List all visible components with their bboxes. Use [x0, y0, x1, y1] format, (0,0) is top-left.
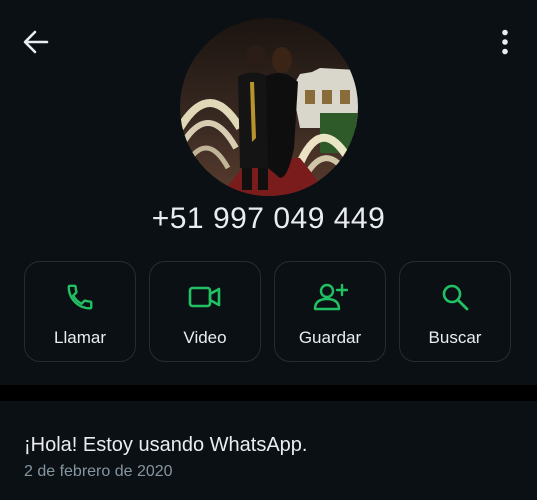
add-person-icon: [312, 282, 348, 312]
phone-icon: [65, 282, 95, 312]
contact-phone-number: +51 997 049 449: [151, 202, 386, 235]
search-button-label: Buscar: [428, 328, 482, 347]
save-contact-button[interactable]: Guardar: [274, 261, 386, 362]
avatar[interactable]: [180, 18, 358, 196]
video-call-button[interactable]: Video: [149, 261, 261, 362]
section-divider: [0, 385, 537, 401]
call-button[interactable]: Llamar: [24, 261, 136, 362]
more-vertical-icon: [502, 29, 508, 55]
back-button[interactable]: [16, 24, 56, 60]
about-status-text: ¡Hola! Estoy usando WhatsApp.: [24, 434, 308, 456]
about-section[interactable]: ¡Hola! Estoy usando WhatsApp. 2 de febre…: [0, 401, 537, 500]
call-button-label: Llamar: [54, 328, 106, 347]
about-status-date: 2 de febrero de 2020: [24, 463, 173, 480]
action-buttons-row: Llamar Video Guardar Buscar: [24, 261, 514, 363]
more-options-button[interactable]: [488, 24, 522, 60]
contact-header-section: +51 997 049 449 Llamar Video Guardar Bus…: [0, 0, 537, 385]
video-icon: [188, 282, 222, 312]
save-contact-button-label: Guardar: [298, 328, 362, 347]
arrow-left-icon: [23, 30, 49, 54]
video-call-button-label: Video: [183, 328, 227, 347]
search-icon: [440, 282, 470, 312]
search-button[interactable]: Buscar: [399, 261, 511, 362]
profile-photo: [180, 18, 358, 196]
